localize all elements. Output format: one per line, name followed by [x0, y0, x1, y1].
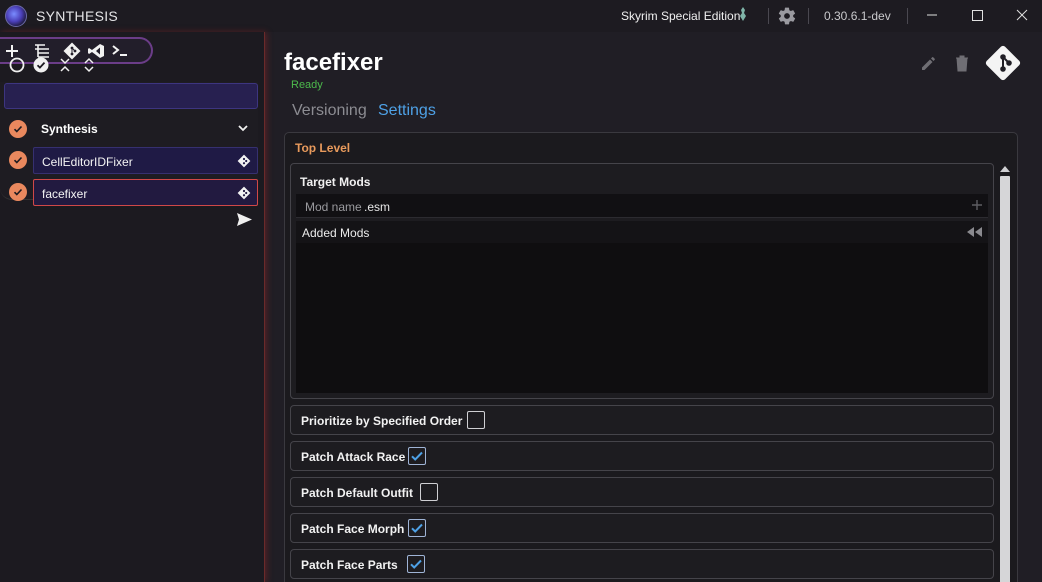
patcher-item-selected[interactable]: facefixer: [33, 179, 258, 206]
attack-race-checkbox[interactable]: [408, 447, 426, 465]
added-mods-list: [296, 243, 988, 393]
close-icon[interactable]: [1010, 4, 1034, 26]
group-check-icon[interactable]: [9, 120, 27, 138]
title-bar: SYNTHESIS Skyrim Special Edition 0.30.6.…: [0, 0, 1042, 32]
group-label: Synthesis: [41, 122, 98, 136]
patcher-group[interactable]: [4, 83, 258, 109]
pencil-icon[interactable]: [920, 54, 938, 72]
git-logo-icon[interactable]: [984, 44, 1022, 82]
patcher-check-icon[interactable]: [9, 151, 27, 169]
game-selector[interactable]: Skyrim Special Edition: [621, 9, 740, 23]
patcher-item[interactable]: CellEditorIDFixer: [33, 147, 258, 174]
checkmark-icon: [411, 451, 423, 461]
rewind-icon[interactable]: [965, 226, 983, 238]
toggle-patch-attack-race: Patch Attack Race: [290, 441, 994, 471]
toggle-label: Patch Attack Race: [301, 450, 406, 464]
selection-controls: [8, 56, 98, 74]
terminal-icon[interactable]: [110, 41, 130, 61]
version-label: 0.30.6.1-dev: [824, 9, 891, 23]
patcher-check-icon[interactable]: [9, 183, 27, 201]
face-morph-checkbox[interactable]: [408, 519, 426, 537]
toggle-label: Patch Face Morph: [301, 522, 405, 536]
patcher-title: facefixer: [284, 49, 383, 76]
gear-icon[interactable]: [777, 6, 797, 26]
title-separator: [808, 8, 809, 24]
checkmark-icon: [411, 523, 423, 533]
expand-icon[interactable]: [80, 56, 98, 74]
mod-extension[interactable]: .esm: [364, 200, 390, 214]
mod-name-placeholder: Mod name: [305, 200, 362, 214]
circle-outline-icon[interactable]: [8, 56, 26, 74]
minimize-icon[interactable]: [920, 4, 944, 26]
section-title: Top Level: [295, 141, 351, 155]
tab-settings[interactable]: Settings: [378, 102, 436, 120]
check-circle-icon[interactable]: [32, 56, 50, 74]
patcher-label: CellEditorIDFixer: [42, 155, 133, 169]
tab-versioning[interactable]: Versioning: [292, 102, 367, 120]
status-label: Ready: [291, 79, 323, 91]
target-mods-label: Target Mods: [300, 175, 371, 189]
prioritize-checkbox[interactable]: [467, 411, 485, 429]
synthesis-logo-icon: [5, 5, 27, 27]
trash-icon[interactable]: [954, 54, 970, 72]
toggle-patch-default-outfit: Patch Default Outfit: [290, 477, 994, 507]
toggle-patch-face-parts: Patch Face Parts: [290, 549, 994, 579]
git-icon: [237, 186, 251, 200]
face-parts-checkbox[interactable]: [407, 555, 425, 573]
toggle-prioritize-order: Prioritize by Specified Order: [290, 405, 994, 435]
default-outfit-checkbox[interactable]: [420, 483, 438, 501]
checkmark-icon: [410, 559, 422, 569]
title-separator: [907, 8, 908, 24]
settings-scrollbar[interactable]: [999, 164, 1011, 582]
app-title: SYNTHESIS: [36, 8, 119, 24]
toggle-patch-face-morph: Patch Face Morph: [290, 513, 994, 543]
mod-name-input[interactable]: Mod name .esm: [296, 194, 988, 218]
maximize-icon[interactable]: [965, 4, 989, 26]
chevron-down-icon[interactable]: [236, 121, 250, 135]
title-separator: [768, 8, 769, 24]
plus-icon[interactable]: [971, 199, 983, 211]
scroll-thumb[interactable]: [1000, 176, 1010, 582]
added-mods-header: Added Mods: [296, 221, 988, 243]
scroll-up-icon[interactable]: [999, 164, 1011, 174]
collapse-icon[interactable]: [56, 56, 74, 74]
skyrim-dragon-icon: [740, 7, 746, 21]
toggle-label: Patch Face Parts: [301, 558, 398, 572]
added-mods-label: Added Mods: [302, 226, 370, 240]
toggle-label: Prioritize by Specified Order: [301, 414, 463, 428]
git-icon: [237, 154, 251, 168]
toggle-label: Patch Default Outfit: [301, 486, 414, 500]
patcher-label: facefixer: [42, 187, 88, 201]
send-icon[interactable]: [236, 211, 253, 228]
